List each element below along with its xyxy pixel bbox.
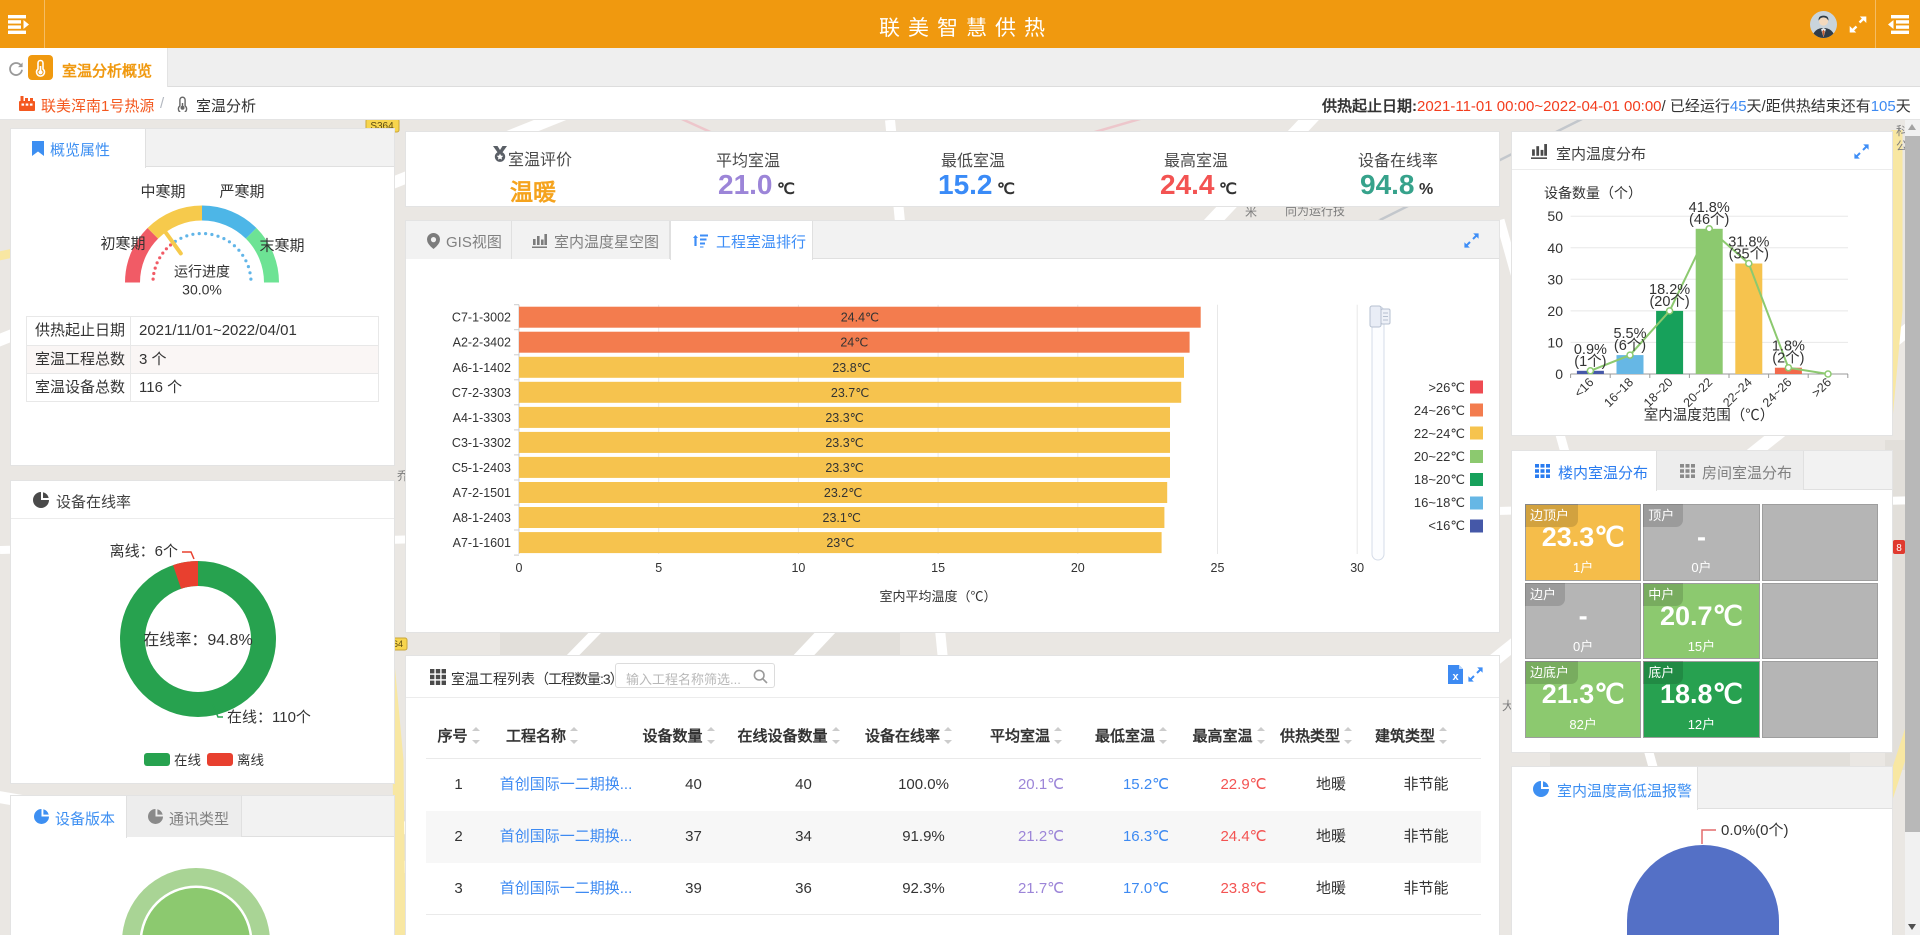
svg-text:30: 30 bbox=[1547, 271, 1563, 287]
svg-text:(1个): (1个) bbox=[1574, 353, 1606, 370]
svg-text:20~22℃: 20~22℃ bbox=[1414, 449, 1465, 464]
svg-text:在线：110个: 在线：110个 bbox=[227, 709, 311, 726]
svg-text:23.2℃: 23.2℃ bbox=[824, 486, 862, 500]
svg-text:在线: 在线 bbox=[174, 753, 201, 768]
svg-text:24℃: 24℃ bbox=[840, 336, 868, 350]
svg-text:A8-1-2403: A8-1-2403 bbox=[453, 511, 511, 525]
svg-text:在线率：94.8%: 在线率：94.8% bbox=[143, 631, 252, 649]
svg-text:40: 40 bbox=[1547, 240, 1563, 256]
svg-text:23.3℃: 23.3℃ bbox=[825, 461, 863, 475]
svg-text:20~22: 20~22 bbox=[1681, 375, 1716, 410]
svg-text:离线：6个: 离线：6个 bbox=[110, 543, 178, 560]
svg-text:20: 20 bbox=[1071, 561, 1085, 575]
svg-text:室内温度范围（℃）: 室内温度范围（℃） bbox=[1644, 407, 1775, 424]
svg-text:(35个): (35个) bbox=[1729, 246, 1769, 263]
svg-text:中寒期: 中寒期 bbox=[140, 183, 185, 201]
svg-text:>26℃: >26℃ bbox=[1428, 380, 1465, 395]
svg-text:23.3℃: 23.3℃ bbox=[825, 436, 863, 450]
svg-text:A7-2-1501: A7-2-1501 bbox=[453, 486, 511, 500]
svg-text:0: 0 bbox=[516, 561, 523, 575]
svg-text:>26: >26 bbox=[1809, 375, 1834, 400]
svg-text:初寒期: 初寒期 bbox=[100, 235, 145, 253]
svg-text:室内平均温度（℃）: 室内平均温度（℃） bbox=[879, 589, 996, 604]
svg-text:50: 50 bbox=[1547, 208, 1563, 224]
svg-text:(46个): (46个) bbox=[1689, 211, 1729, 228]
svg-text:严寒期: 严寒期 bbox=[219, 183, 264, 201]
svg-text:15: 15 bbox=[931, 561, 945, 575]
svg-text:18~20: 18~20 bbox=[1641, 375, 1676, 410]
svg-text:<16: <16 bbox=[1572, 375, 1597, 400]
svg-text:10: 10 bbox=[791, 561, 805, 575]
svg-text:22~24℃: 22~24℃ bbox=[1414, 426, 1465, 441]
svg-text:<16℃: <16℃ bbox=[1428, 518, 1465, 533]
svg-text:23.3℃: 23.3℃ bbox=[825, 411, 863, 425]
svg-text:24~26℃: 24~26℃ bbox=[1414, 403, 1465, 418]
svg-text:8: 8 bbox=[1896, 543, 1902, 554]
svg-text:设备数量（个）: 设备数量（个） bbox=[1544, 185, 1642, 201]
svg-text:C7-2-3303: C7-2-3303 bbox=[452, 386, 511, 400]
svg-text:10: 10 bbox=[1547, 334, 1563, 350]
svg-text:16~18: 16~18 bbox=[1601, 375, 1636, 410]
svg-text:23.7℃: 23.7℃ bbox=[831, 386, 869, 400]
svg-text:运行进度: 运行进度 bbox=[174, 264, 230, 280]
svg-text:23.8℃: 23.8℃ bbox=[832, 361, 870, 375]
svg-text:C7-1-3002: C7-1-3002 bbox=[452, 311, 511, 325]
svg-text:A6-1-1402: A6-1-1402 bbox=[453, 361, 511, 375]
svg-text:16~18℃: 16~18℃ bbox=[1414, 495, 1465, 510]
svg-text:5: 5 bbox=[655, 561, 662, 575]
svg-text:23℃: 23℃ bbox=[826, 536, 854, 550]
svg-text:24.4℃: 24.4℃ bbox=[841, 311, 879, 325]
svg-text:米: 米 bbox=[1245, 205, 1257, 219]
svg-text:30.0%: 30.0% bbox=[182, 282, 222, 298]
svg-text:A4-1-3303: A4-1-3303 bbox=[453, 411, 511, 425]
svg-text:24~26: 24~26 bbox=[1760, 375, 1795, 410]
svg-text:x: x bbox=[1452, 671, 1459, 683]
svg-text:22~24: 22~24 bbox=[1720, 375, 1755, 410]
svg-text:(2个): (2个) bbox=[1772, 350, 1804, 367]
svg-text:末寒期: 末寒期 bbox=[259, 237, 304, 255]
svg-text:C3-1-3302: C3-1-3302 bbox=[452, 436, 511, 450]
svg-text:(20个): (20个) bbox=[1649, 293, 1689, 310]
svg-text:C5-1-2403: C5-1-2403 bbox=[452, 461, 511, 475]
svg-text:离线: 离线 bbox=[237, 752, 264, 768]
svg-text:0: 0 bbox=[1555, 366, 1563, 382]
svg-text:A7-1-1601: A7-1-1601 bbox=[453, 536, 511, 550]
svg-text:A2-2-3402: A2-2-3402 bbox=[453, 336, 511, 350]
svg-text:25: 25 bbox=[1211, 561, 1225, 575]
svg-text:0.0%(0个): 0.0%(0个) bbox=[1721, 822, 1789, 839]
svg-text:(6个): (6个) bbox=[1614, 337, 1646, 354]
svg-text:23.1℃: 23.1℃ bbox=[823, 511, 861, 525]
svg-text:20: 20 bbox=[1547, 303, 1563, 319]
svg-text:18~20℃: 18~20℃ bbox=[1414, 472, 1465, 487]
svg-text:30: 30 bbox=[1350, 561, 1364, 575]
